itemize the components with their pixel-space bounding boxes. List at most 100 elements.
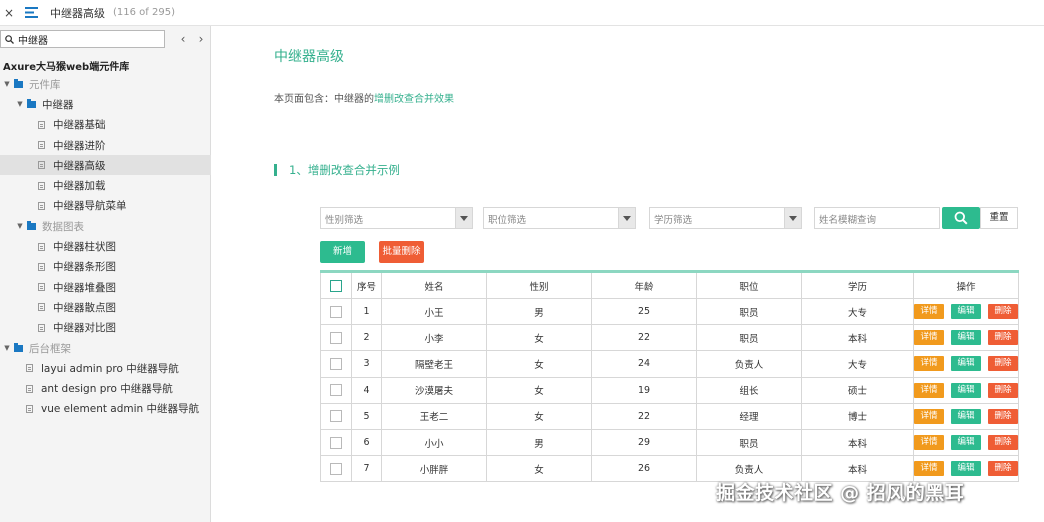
cell-ops: 详情 编辑 删除 [913,350,1019,378]
edit-button[interactable]: 编辑 [951,408,981,424]
edit-button[interactable]: 编辑 [951,356,981,372]
tree-page-item[interactable]: ant design pro 中继器导航 [0,378,211,398]
cell-edu: 大专 [801,297,914,326]
column-header-job: 职位 [696,271,802,299]
detail-button[interactable]: 详情 [914,330,944,346]
tree-page-item[interactable]: 中继器散点图 [0,297,211,317]
tree-item-label: 中继器条形图 [53,261,116,274]
prev-page-icon[interactable]: ‹ [176,32,190,46]
page-icon [38,161,45,170]
top-bar: × 中继器高级 (116 of 295) [0,0,1044,26]
folder-icon [14,78,23,88]
edit-button[interactable]: 编辑 [951,382,981,398]
tree-page-item[interactable]: 中继器加载 [0,175,211,195]
expand-triangle-icon[interactable]: ▼ [16,100,24,108]
cell-name: 小小 [381,428,487,457]
cell-gender: 女 [486,376,592,404]
delete-button[interactable]: 删除 [988,461,1018,477]
detail-button[interactable]: 详情 [914,461,944,477]
menu-icon[interactable] [18,0,44,26]
page-icon [38,120,45,129]
tree-page-item[interactable]: 中继器堆叠图 [0,277,211,297]
tree-page-item[interactable]: 中继器条形图 [0,257,211,277]
cell-age: 26 [591,455,697,483]
bulk-delete-button[interactable]: 批量删除 [379,241,424,263]
expand-triangle-icon[interactable]: ▼ [3,344,11,352]
edit-button[interactable]: 编辑 [951,461,981,477]
page-icon [38,303,45,312]
sidebar-search-input[interactable] [18,33,158,45]
tree-page-item[interactable]: 中继器导航菜单 [0,196,211,216]
tree-page-item[interactable]: 中继器进阶 [0,135,211,155]
sidebar-search-box[interactable] [0,30,165,48]
row-checkbox[interactable] [330,410,342,423]
name-search-input[interactable]: 姓名模糊查询 [814,207,940,229]
row-checkbox[interactable] [330,462,342,475]
tree-page-item[interactable]: 中继器高级 [0,155,211,176]
job-filter-select[interactable]: 职位筛选 [483,207,636,229]
detail-button[interactable]: 详情 [914,408,944,424]
detail-button[interactable]: 详情 [914,356,944,372]
chevron-down-icon [784,208,801,228]
row-checkbox[interactable] [330,436,342,449]
expand-triangle-icon[interactable]: ▼ [3,80,11,88]
cell-name: 王老二 [381,402,487,430]
delete-button[interactable]: 删除 [988,304,1018,320]
page-icon [38,242,45,251]
row-actions: 详情 编辑 删除 [914,461,1018,477]
tree-page-item[interactable]: 中继器对比图 [0,318,211,338]
row-checkbox[interactable] [330,331,342,344]
tree-item-label: 中继器柱状图 [53,241,116,254]
gender-filter-placeholder: 性别筛选 [325,215,364,226]
detail-button[interactable]: 详情 [914,304,944,320]
tree-item-label: 数据图表 [42,220,84,233]
next-page-icon[interactable]: › [194,32,208,46]
page-icon [38,141,45,150]
tree-page-item[interactable]: 中继器基础 [0,115,211,135]
edit-button[interactable]: 编辑 [951,304,981,320]
detail-button[interactable]: 详情 [914,435,944,451]
cell-job: 组长 [696,376,802,404]
delete-button[interactable]: 删除 [988,330,1018,346]
cell-no: 5 [351,402,382,430]
page-title-tab: 中继器高级 [50,6,105,20]
folder-icon [27,220,36,230]
column-header-ops: 操作 [913,271,1019,299]
search-button[interactable] [942,207,980,229]
edu-filter-select[interactable]: 学历筛选 [649,207,802,229]
page-icon [38,283,45,292]
tree-folder[interactable]: ▼ 中继器 [0,94,211,114]
tree-page-item[interactable]: layui admin pro 中继器导航 [0,358,211,378]
delete-button[interactable]: 删除 [988,408,1018,424]
row-checkbox[interactable] [330,357,342,370]
edit-button[interactable]: 编辑 [951,330,981,346]
project-name: Axure大马猴web端元件库 [3,62,130,73]
add-button[interactable]: 新增 [320,241,365,263]
tree-folder[interactable]: ▼ 后台框架 [0,338,211,358]
page-icon [38,201,45,210]
expand-triangle-icon[interactable]: ▼ [16,222,24,230]
tree-item-label: vue element admin 中继器导航 [41,403,200,416]
delete-button[interactable]: 删除 [988,382,1018,398]
row-checkbox[interactable] [330,305,342,318]
column-header-age: 年龄 [591,271,697,299]
select-all-checkbox[interactable] [330,279,342,292]
column-header-edu: 学历 [801,271,914,299]
delete-button[interactable]: 删除 [988,356,1018,372]
tree-folder[interactable]: ▼ 数据图表 [0,216,211,236]
detail-button[interactable]: 详情 [914,382,944,398]
row-checkbox[interactable] [330,384,342,397]
tree-page-item[interactable]: vue element admin 中继器导航 [0,399,211,419]
delete-button[interactable]: 删除 [988,435,1018,451]
cell-age: 19 [591,376,697,404]
edit-button[interactable]: 编辑 [951,435,981,451]
tree-item-label: ant design pro 中继器导航 [41,383,173,396]
page-tree: ▼ 元件库 ▼ 中继器 中继器基础 中继器进阶 中继器高级 中继器加载 中继器导航菜单 ▼ 数据图表… [0,74,211,419]
close-icon[interactable]: × [0,6,18,20]
tree-folder[interactable]: ▼ 元件库 [0,74,211,94]
reset-button[interactable]: 重置 [980,207,1018,229]
tree-item-label: 后台框架 [29,342,71,355]
cell-edu: 硕士 [801,376,914,404]
gender-filter-select[interactable]: 性别筛选 [320,207,473,229]
tree-page-item[interactable]: 中继器柱状图 [0,236,211,256]
